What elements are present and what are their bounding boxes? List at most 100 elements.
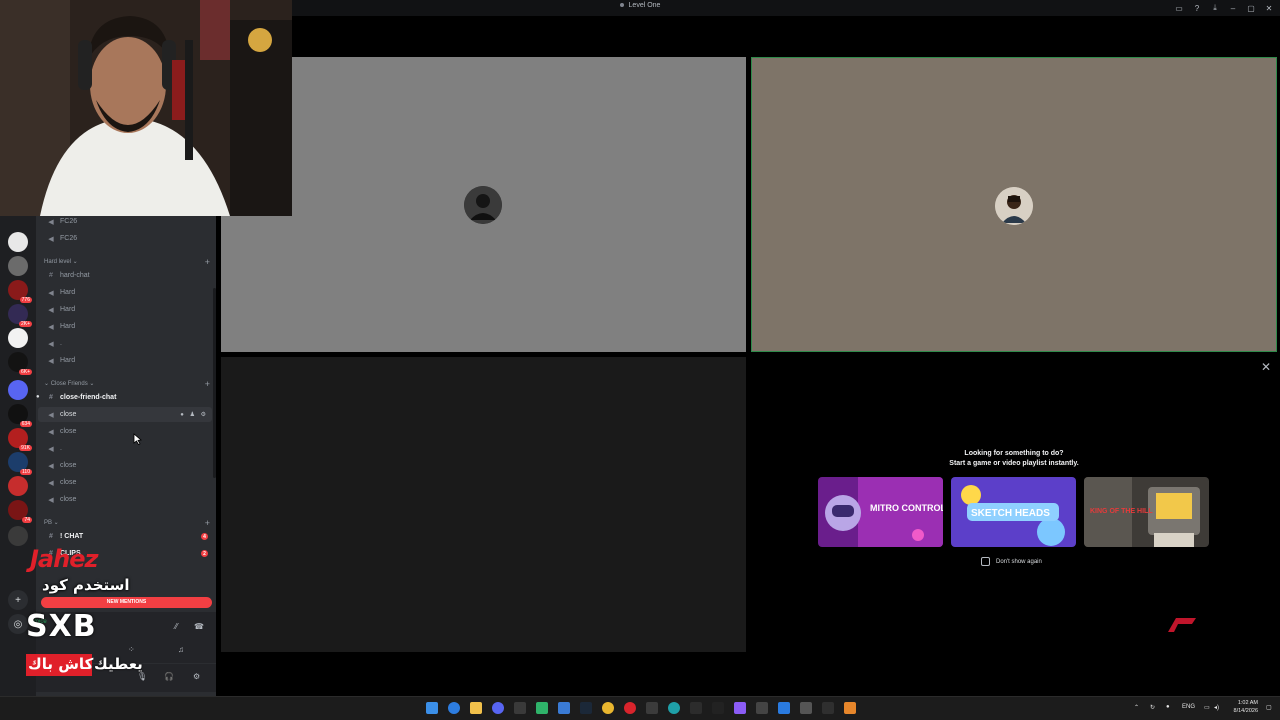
display-icon[interactable]: ▭: [1204, 704, 1210, 711]
mouse-cursor: [133, 432, 142, 450]
microphone-icon[interactable]: 🎙: [137, 672, 147, 681]
voice-channel[interactable]: ◀ Hard: [38, 319, 212, 334]
voice-channel[interactable]: ◀.: [38, 336, 212, 351]
disconnect-icon[interactable]: ☎: [194, 622, 204, 631]
avatar: [995, 187, 1033, 225]
edge-icon[interactable]: [668, 702, 680, 714]
app-icon[interactable]: [822, 702, 834, 714]
app-icon[interactable]: [514, 702, 526, 714]
server-icon[interactable]: 776: [8, 280, 32, 303]
noise-suppression-icon[interactable]: ⁄⁄: [175, 622, 178, 631]
server-icon[interactable]: [8, 380, 28, 400]
voice-channel[interactable]: ◀ FC26: [38, 214, 212, 229]
server-icon[interactable]: 110: [8, 452, 32, 475]
promo-line: كاش باك: [28, 655, 94, 673]
voice-channel[interactable]: ◀.: [38, 441, 212, 456]
game-card-mitro-control[interactable]: MITRO CONTROL: [818, 477, 943, 547]
voice-channel[interactable]: ◀ Hard: [38, 302, 212, 317]
add-channel-icon[interactable]: +: [205, 379, 210, 389]
system-clock[interactable]: 1:02 AM 8/14/2026: [1234, 699, 1258, 715]
add-server-icon[interactable]: +: [8, 590, 28, 610]
server-icon[interactable]: [8, 256, 28, 276]
add-channel-icon[interactable]: +: [205, 518, 210, 528]
text-channel[interactable]: #! CHAT 4: [38, 529, 212, 544]
app-icon[interactable]: [734, 702, 746, 714]
opera-icon[interactable]: [624, 702, 636, 714]
activities-icon[interactable]: ⁘: [128, 645, 135, 654]
minimize-icon[interactable]: –: [1228, 3, 1238, 13]
server-icon[interactable]: [8, 232, 28, 252]
app-icon[interactable]: [558, 702, 570, 714]
download-icon[interactable]: ⤓: [1210, 3, 1220, 13]
voice-channel[interactable]: ◀ close: [38, 475, 212, 490]
volume-icon[interactable]: ◂): [1214, 704, 1219, 711]
server-icon[interactable]: [8, 328, 28, 348]
game-card-king-of-the-hill[interactable]: KING OF THE HILL: [1084, 477, 1209, 547]
promo-line: يعطيك: [94, 655, 143, 673]
soundboard-icon[interactable]: ♫: [178, 645, 184, 654]
microphone-tray-icon[interactable]: ●: [1166, 704, 1170, 710]
video-tile-empty[interactable]: [221, 357, 746, 652]
webcam-feed: [0, 0, 292, 216]
voice-icon: ◀: [48, 357, 54, 365]
help-icon[interactable]: ?: [1192, 3, 1202, 13]
server-icon[interactable]: [8, 526, 28, 546]
app-icon[interactable]: [646, 702, 658, 714]
server-icon[interactable]: 91K: [8, 428, 32, 451]
video-tile-speaking[interactable]: [751, 57, 1277, 352]
app-icon[interactable]: [756, 702, 768, 714]
server-icon[interactable]: 2K+: [8, 304, 32, 327]
discord-icon[interactable]: [492, 702, 504, 714]
app-icon[interactable]: [800, 702, 812, 714]
voice-icon: ◀: [48, 411, 54, 419]
text-channel[interactable]: # hard-chat: [38, 268, 212, 283]
server-icon[interactable]: 634: [8, 404, 32, 427]
server-icon[interactable]: [8, 476, 28, 496]
checkbox[interactable]: [981, 557, 990, 566]
voice-channel[interactable]: ◀ close ● ♟ ⚙: [38, 407, 212, 422]
channel-tools-icon[interactable]: ● ♟ ⚙: [180, 411, 208, 418]
server-icon[interactable]: 6K+: [8, 352, 32, 375]
close-icon[interactable]: ✕: [1261, 360, 1271, 374]
inbox-icon[interactable]: ▭: [1174, 3, 1184, 13]
app-icon[interactable]: [690, 702, 702, 714]
dont-show-again-checkbox[interactable]: Don't show again: [981, 557, 1042, 566]
notification-icon[interactable]: ▢: [1266, 704, 1272, 711]
language-indicator[interactable]: ENG: [1182, 704, 1195, 710]
new-mentions-button[interactable]: NEW MENTIONS: [41, 597, 212, 608]
close-window-icon[interactable]: ✕: [1264, 3, 1274, 13]
app-icon[interactable]: [844, 702, 856, 714]
server-icon[interactable]: 74: [8, 500, 32, 523]
game-title: MITRO CONTROL: [870, 503, 943, 513]
voice-channel[interactable]: ◀ close: [38, 424, 212, 439]
headphones-icon[interactable]: 🎧: [164, 672, 174, 681]
app-icon[interactable]: [536, 702, 548, 714]
title-bar-controls: ▭ ? ⤓ – ▢ ✕: [1174, 3, 1274, 13]
category-close-friends[interactable]: ⌄ Close Friends ⌄ +: [44, 379, 210, 389]
voice-channel[interactable]: ◀ close: [38, 458, 212, 473]
game-card-sketch-heads[interactable]: SKETCH HEADS: [951, 477, 1076, 547]
text-channel[interactable]: # close-friend-chat: [38, 390, 212, 405]
voice-channel[interactable]: ◀ close: [38, 492, 212, 507]
chevron-up-icon[interactable]: ⌃: [1134, 704, 1139, 711]
chrome-icon[interactable]: [602, 702, 614, 714]
category-hard-level[interactable]: Hard level ⌄ +: [44, 257, 210, 267]
start-icon[interactable]: [426, 702, 438, 714]
maximize-icon[interactable]: ▢: [1246, 3, 1256, 13]
promo-brand: Jahez: [30, 545, 98, 573]
file-explorer-icon[interactable]: [470, 702, 482, 714]
add-channel-icon[interactable]: +: [205, 257, 210, 267]
app-icon[interactable]: [448, 702, 460, 714]
video-tile[interactable]: [221, 57, 746, 352]
app-icon[interactable]: [778, 702, 790, 714]
voice-channel[interactable]: ◀ Hard: [38, 353, 212, 368]
voice-channel[interactable]: ◀ FC26: [38, 231, 212, 246]
settings-icon[interactable]: ⚙: [193, 672, 200, 681]
category-pb[interactable]: PB ⌄ +: [44, 518, 210, 528]
steam-icon[interactable]: [580, 702, 592, 714]
sidebar-scrollbar[interactable]: [213, 288, 216, 478]
voice-channel[interactable]: ◀ Hard: [38, 285, 212, 300]
capcut-icon[interactable]: [712, 702, 724, 714]
discover-icon[interactable]: ◎: [8, 614, 28, 634]
network-icon[interactable]: ↻: [1150, 704, 1155, 711]
